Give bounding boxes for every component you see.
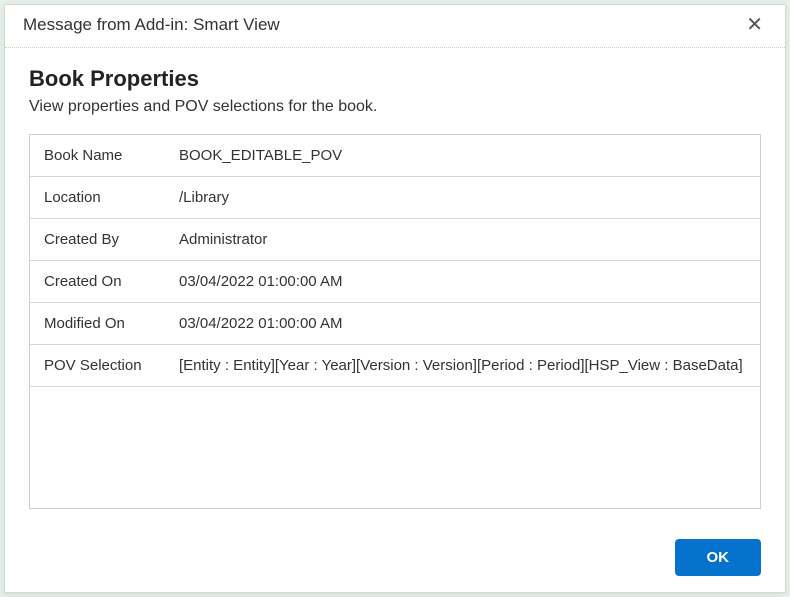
page-heading: Book Properties bbox=[29, 66, 761, 92]
table-row: POV Selection [Entity : Entity][Year : Y… bbox=[30, 345, 760, 387]
dialog-footer: OK bbox=[5, 525, 785, 592]
prop-label-pov-selection: POV Selection bbox=[30, 345, 175, 386]
titlebar: Message from Add-in: Smart View ✕ bbox=[5, 5, 785, 48]
prop-label-book-name: Book Name bbox=[30, 135, 175, 176]
table-row: Created By Administrator bbox=[30, 219, 760, 261]
table-row: Book Name BOOK_EDITABLE_POV bbox=[30, 135, 760, 177]
prop-value-created-by: Administrator bbox=[175, 219, 760, 260]
dialog-title: Message from Add-in: Smart View bbox=[23, 15, 280, 35]
table-spacer bbox=[30, 387, 760, 447]
prop-value-location: /Library bbox=[175, 177, 760, 218]
page-subheading: View properties and POV selections for t… bbox=[29, 98, 761, 116]
table-row: Modified On 03/04/2022 01:00:00 AM bbox=[30, 303, 760, 345]
prop-value-modified-on: 03/04/2022 01:00:00 AM bbox=[175, 303, 760, 344]
prop-label-location: Location bbox=[30, 177, 175, 218]
prop-value-created-on: 03/04/2022 01:00:00 AM bbox=[175, 261, 760, 302]
table-row: Location /Library bbox=[30, 177, 760, 219]
dialog: Message from Add-in: Smart View ✕ Book P… bbox=[4, 4, 786, 593]
prop-label-created-on: Created On bbox=[30, 261, 175, 302]
ok-button[interactable]: OK bbox=[675, 539, 762, 576]
table-row: Created On 03/04/2022 01:00:00 AM bbox=[30, 261, 760, 303]
prop-label-created-by: Created By bbox=[30, 219, 175, 260]
prop-value-book-name: BOOK_EDITABLE_POV bbox=[175, 135, 760, 176]
close-button[interactable]: ✕ bbox=[742, 15, 767, 35]
close-icon: ✕ bbox=[746, 14, 763, 36]
properties-table: Book Name BOOK_EDITABLE_POV Location /Li… bbox=[29, 134, 761, 509]
content-area: Book Properties View properties and POV … bbox=[5, 48, 785, 525]
prop-label-modified-on: Modified On bbox=[30, 303, 175, 344]
prop-value-pov-selection: [Entity : Entity][Year : Year][Version :… bbox=[175, 345, 760, 386]
